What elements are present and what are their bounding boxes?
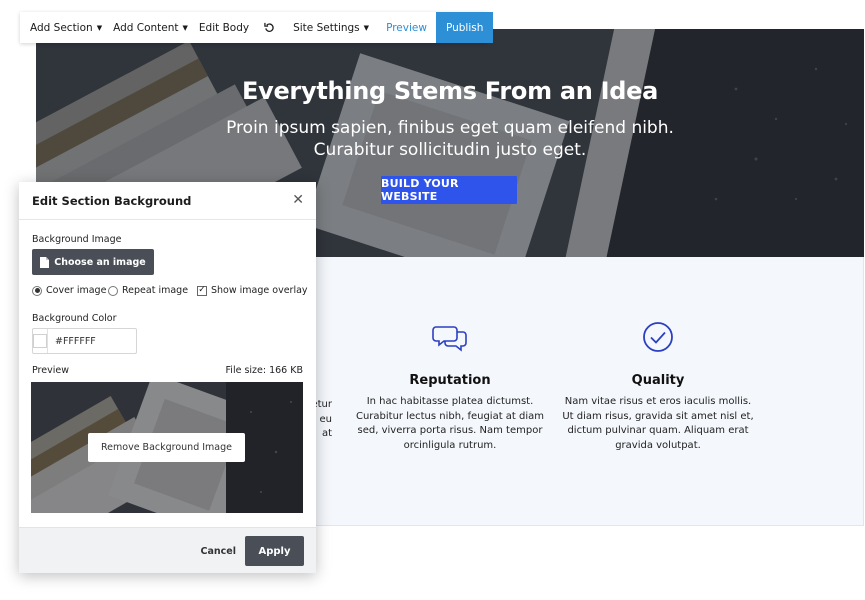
site-settings-menu[interactable]: Site Settings ▼ [285, 12, 377, 43]
background-color-field [32, 328, 177, 354]
build-website-button[interactable]: BUILD YOUR WEBSITE [381, 176, 517, 204]
background-preview: Remove Background Image [31, 382, 303, 513]
publish-button[interactable]: Publish [435, 12, 494, 43]
repeat-image-option[interactable]: Repeat image [108, 285, 188, 296]
choose-image-button[interactable]: Choose an image [32, 249, 154, 275]
site-settings-label: Site Settings [293, 21, 360, 34]
choose-image-label: Choose an image [54, 256, 146, 268]
file-icon [40, 256, 50, 268]
repeat-image-label: Repeat image [122, 285, 189, 296]
remove-background-image-button[interactable]: Remove Background Image [88, 433, 245, 462]
background-color-label: Background Color [32, 313, 117, 324]
preview-button[interactable]: Preview [377, 12, 436, 43]
editor-stage: Everything Stems From an Idea Proin ipsu… [0, 0, 865, 600]
file-size-text: File size: 166 KB [225, 365, 303, 376]
repeat-image-radio[interactable] [108, 285, 118, 296]
caret-down-icon: ▼ [363, 23, 370, 32]
feature-title: Reputation [409, 373, 491, 388]
caret-down-icon: ▼ [96, 23, 103, 32]
dialog-header: Edit Section Background ✕ [19, 182, 316, 220]
caret-down-icon: ▼ [182, 23, 188, 32]
feature-reputation: Reputation In hac habitasse platea dictu… [350, 319, 550, 453]
check-circle-icon [643, 322, 673, 352]
close-icon[interactable]: ✕ [292, 192, 304, 206]
edit-section-background-dialog: Edit Section Background ✕ Background Ima… [19, 182, 316, 573]
add-content-label: Add Content [113, 21, 179, 34]
dialog-title: Edit Section Background [32, 194, 192, 208]
color-swatch [33, 334, 47, 348]
cover-image-option[interactable]: Cover image [32, 285, 106, 296]
undo-icon [264, 22, 274, 32]
cancel-button[interactable]: Cancel [201, 541, 236, 561]
edit-body-button[interactable]: Edit Body [193, 12, 254, 43]
feature-quality: Quality Nam vitae risus et eros iaculis … [558, 319, 758, 453]
chat-bubbles-icon [432, 326, 467, 352]
show-overlay-label: Show image overlay [211, 285, 308, 296]
add-section-label: Add Section [30, 21, 93, 34]
cover-image-label: Cover image [46, 285, 107, 296]
editor-toolbar: Add Section ▼ Add Content ▼ Edit Body Si… [20, 12, 494, 43]
background-image-label: Background Image [32, 234, 122, 245]
cover-image-radio[interactable] [32, 285, 42, 296]
color-swatch-button[interactable] [33, 329, 48, 353]
show-overlay-checkbox[interactable]: ✓ [197, 285, 207, 296]
preview-label: Preview [32, 365, 69, 376]
apply-button[interactable]: Apply [245, 536, 304, 566]
add-content-menu[interactable]: Add Content ▼ [107, 12, 193, 43]
undo-button[interactable] [254, 12, 285, 43]
hero-subtitle: Proin ipsum sapien, finibus eget quam el… [226, 118, 674, 160]
show-overlay-option[interactable]: ✓ Show image overlay [197, 285, 308, 296]
feature-text: In hac habitasse platea dictumst. Curabi… [355, 396, 545, 451]
dialog-footer: Cancel Apply [19, 527, 316, 573]
hero-title: Everything Stems From an Idea [242, 77, 658, 105]
background-color-input[interactable] [48, 329, 177, 353]
feature-text: Nam vitae risus et eros iaculis mollis. … [562, 396, 754, 451]
add-section-menu[interactable]: Add Section ▼ [20, 12, 107, 43]
feature-title: Quality [631, 373, 685, 388]
